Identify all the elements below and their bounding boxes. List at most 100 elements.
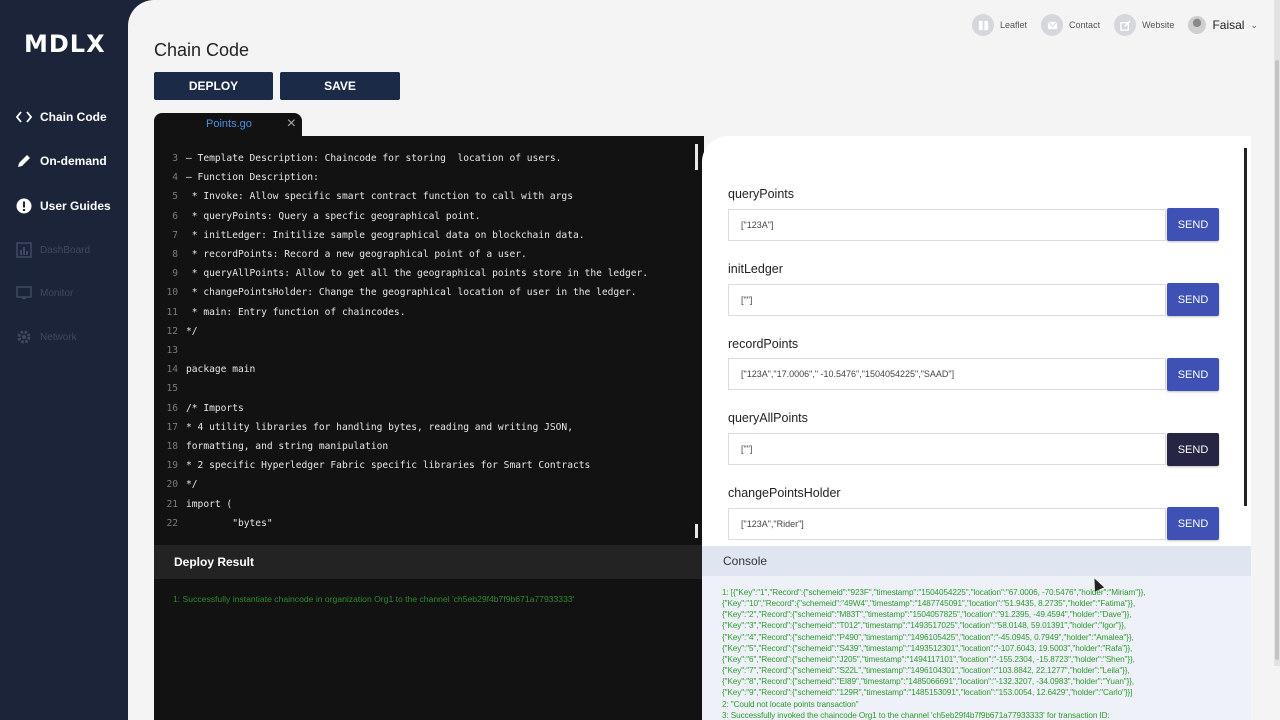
- function-input-changePointsHolder[interactable]: ["123A","Rider"]: [728, 508, 1166, 540]
- editor-scrollbar-bottom[interactable]: [695, 524, 698, 538]
- code-line[interactable]: 18 formatting, and string manipulation: [154, 437, 694, 456]
- code-line[interactable]: 13: [154, 341, 694, 360]
- code-text: * 4 utility libraries for handling bytes…: [186, 421, 573, 433]
- function-input-recordPoints[interactable]: ["123A","17.0006"," -10.5476","150405422…: [728, 358, 1166, 390]
- code-line[interactable]: 5 * Invoke: Allow specific smart contrac…: [154, 187, 694, 206]
- sidebar-item-monitor[interactable]: Monitor: [16, 285, 73, 301]
- function-input-queryPoints[interactable]: ["123A"]: [728, 209, 1166, 241]
- editor-tab-label: Points.go: [206, 118, 252, 130]
- sidebar-item-label: On-demand: [40, 154, 107, 168]
- page-title: Chain Code: [154, 40, 250, 60]
- monitor-icon: [16, 285, 32, 301]
- user-name: Faisal: [1212, 18, 1245, 32]
- user-menu[interactable]: Faisal ⌄: [1188, 16, 1258, 34]
- console-line: {"Key":"3","Record":{"schemeid":"T012","…: [722, 621, 1127, 631]
- line-number: 19: [166, 460, 178, 472]
- line-number: 9: [172, 268, 178, 280]
- line-number: 13: [166, 345, 178, 356]
- code-text: * changePointsHolder: Change the geograp…: [186, 287, 637, 299]
- function-label-queryPoints: queryPoints: [728, 187, 795, 201]
- line-number: 3: [172, 153, 178, 164]
- top-bar: Leaflet Contact Website Faisal ⌄: [972, 14, 1258, 36]
- save-button[interactable]: SAVE: [280, 72, 400, 100]
- code-line[interactable]: 3 – Template Description: Chaincode for s…: [154, 149, 694, 168]
- code-editor[interactable]: 3 – Template Description: Chaincode for s…: [154, 136, 704, 546]
- sidebar-item-label: Monitor: [40, 287, 74, 299]
- function-label-queryAllPoints: queryAllPoints: [728, 411, 808, 425]
- console-line: {"Key":"6","Record":{"schemeid":"J205","…: [722, 654, 1135, 664]
- code-line[interactable]: 4 – Function Description:: [154, 168, 694, 187]
- console-line: {"Key":"10","Record":{"schemeid":"49W4",…: [722, 599, 1136, 609]
- code-line[interactable]: 7 * initLedger: Initilize sample geograp…: [154, 226, 694, 245]
- console-panel: 1: [{"Key":"1","Record":{"schemeid":"923…: [702, 576, 1251, 720]
- console-line: 3: Successfully invoked the chaincode Or…: [722, 710, 1110, 720]
- code-line[interactable]: 14 package main: [154, 360, 694, 379]
- code-text: * main: Entry function of chaincodes.: [186, 306, 406, 318]
- sidebar-item-chain-code[interactable]: Chain Code: [16, 109, 107, 125]
- send-button-queryAllPoints[interactable]: SEND: [1167, 433, 1219, 466]
- function-label-recordPoints: recordPoints: [728, 337, 799, 351]
- editor-tab[interactable]: Points.go ×: [154, 113, 302, 137]
- sidebar-item-user-guides[interactable]: User Guides: [16, 198, 111, 214]
- page-scrollbar-thumb[interactable]: [1275, 60, 1279, 660]
- function-panel-scrollbar[interactable]: [1244, 148, 1247, 506]
- mail-icon: [1041, 14, 1064, 36]
- function-input-initLedger[interactable]: [""]: [728, 284, 1166, 316]
- contact-link[interactable]: Contact: [1041, 14, 1100, 36]
- send-button-initLedger[interactable]: SEND: [1167, 283, 1219, 316]
- code-text: * queryPoints: Query a specfic geographi…: [186, 210, 481, 222]
- deploy-result-panel: 1: Successfully instantiate chaincode in…: [154, 579, 702, 720]
- code-line[interactable]: 20 */: [154, 475, 694, 494]
- close-icon[interactable]: ×: [287, 115, 296, 133]
- leaflet-link[interactable]: Leaflet: [972, 14, 1027, 36]
- website-link[interactable]: Website: [1114, 14, 1174, 36]
- code-line[interactable]: 12 */: [154, 322, 694, 341]
- sidebar-item-dashboard[interactable]: DashBoard: [16, 242, 90, 258]
- sidebar-item-label: Chain Code: [40, 110, 107, 124]
- code-line[interactable]: 19 * 2 specific Hyperledger Fabric specif…: [154, 456, 694, 475]
- gear-icon: [16, 329, 32, 345]
- code-text: * Invoke: Allow specific smart contract …: [186, 191, 573, 203]
- main-content: Chain Code Leaflet Contact Website Faisa…: [128, 0, 1280, 720]
- page-scrollbar[interactable]: [1274, 0, 1280, 666]
- code-text: – Function Description:: [186, 172, 319, 184]
- code-line[interactable]: 16 /* Imports: [154, 399, 694, 418]
- console-header: Console: [702, 546, 1251, 576]
- code-line[interactable]: 21 import (: [154, 495, 694, 514]
- function-input-queryAllPoints[interactable]: [""]: [728, 433, 1166, 465]
- chevron-down-icon: ⌄: [1250, 19, 1258, 30]
- console-line: {"Key":"5","Record":{"schemeid":"S439","…: [722, 643, 1133, 653]
- code-text: * initLedger: Initilize sample geographi…: [186, 229, 585, 241]
- code-text: formatting, and string manipulation: [186, 441, 389, 452]
- function-label-changePointsHolder: changePointsHolder: [728, 486, 841, 500]
- code-line[interactable]: 10 * changePointsHolder: Change the geog…: [154, 283, 694, 302]
- code-line[interactable]: 6 * queryPoints: Query a specfic geograp…: [154, 207, 694, 226]
- code-text: /* Imports: [186, 402, 244, 414]
- line-number: 22: [166, 517, 178, 529]
- code-line[interactable]: 15: [154, 379, 694, 398]
- editor-scrollbar-thumb[interactable]: [695, 144, 698, 170]
- send-button-recordPoints[interactable]: SEND: [1167, 358, 1219, 391]
- code-text: * queryAllPoints: Allow to get all the g…: [186, 268, 649, 280]
- line-number: 17: [166, 421, 178, 433]
- code-text: * 2 specific Hyperledger Fabric specific…: [186, 460, 591, 472]
- code-line[interactable]: 11 * main: Entry function of chaincodes.: [154, 303, 694, 322]
- send-button-queryPoints[interactable]: SEND: [1167, 208, 1219, 241]
- console-line: {"Key":"2","Record":{"schemeid":"M83T","…: [722, 610, 1132, 620]
- deploy-result-message: 1: Successfully instantiate chaincode in…: [173, 594, 575, 604]
- sidebar-item-on-demand[interactable]: On-demand: [16, 153, 107, 169]
- code-line[interactable]: 8 * recordPoints: Record a new geographi…: [154, 245, 694, 264]
- sidebar-item-network[interactable]: Network: [16, 329, 77, 345]
- leaflet-label: Leaflet: [1000, 20, 1028, 30]
- code-line[interactable]: 22 "bytes": [154, 514, 694, 533]
- code-line[interactable]: 9 * queryAllPoints: Allow to get all the…: [154, 264, 694, 283]
- code-text: – Template Description: Chaincode for st…: [186, 153, 562, 164]
- send-button-changePointsHolder[interactable]: SEND: [1167, 507, 1219, 540]
- code-line[interactable]: 17 * 4 utility libraries for handling byt…: [154, 418, 694, 437]
- line-number: 14: [166, 364, 178, 376]
- line-number: 16: [166, 402, 178, 414]
- leaflet-icon: [972, 14, 995, 36]
- deploy-button[interactable]: DEPLOY: [154, 72, 273, 100]
- line-number: 10: [166, 287, 178, 299]
- line-number: 11: [166, 306, 178, 318]
